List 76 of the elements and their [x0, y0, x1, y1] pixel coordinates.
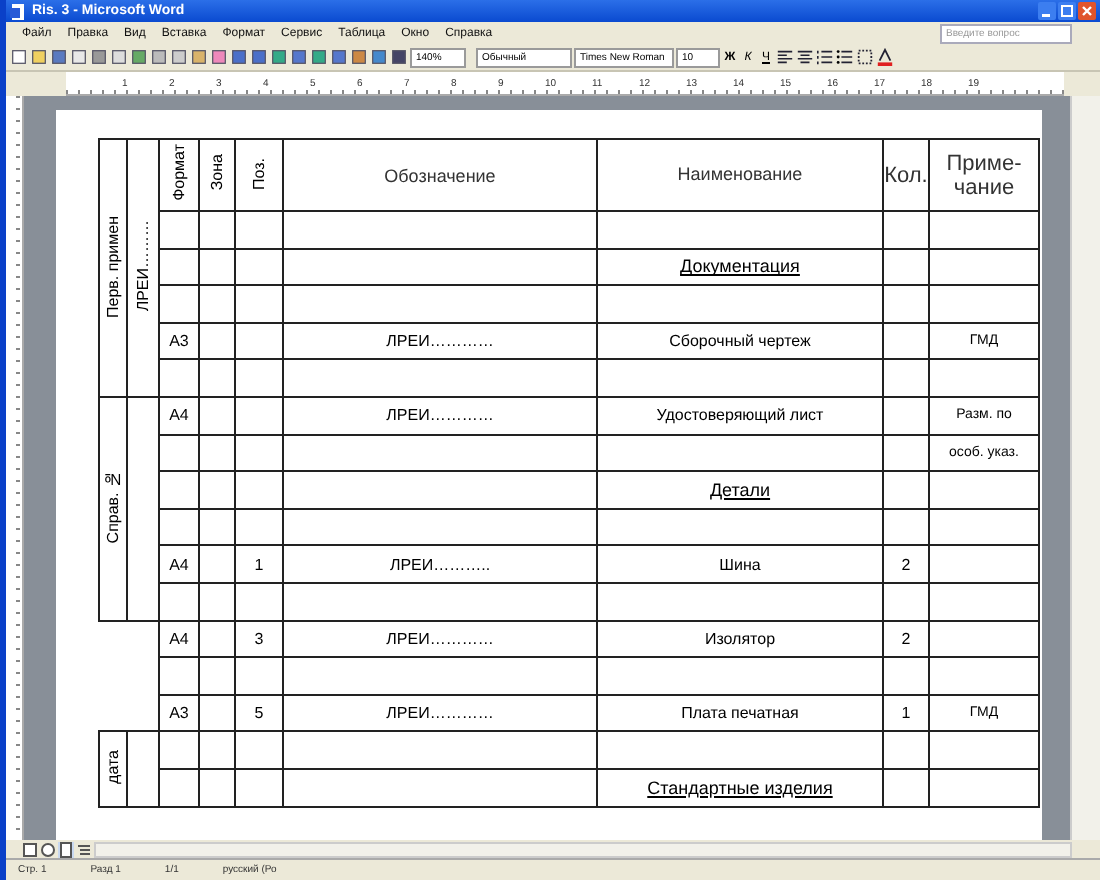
bulleted-list-icon[interactable] — [836, 48, 854, 66]
vertical-scrollbar[interactable] — [1070, 96, 1100, 840]
normal-view-icon[interactable] — [22, 841, 38, 857]
section-heading: Детали — [709, 479, 771, 500]
cell-text: Удостоверяющий лист — [656, 406, 824, 425]
header-text: Приме- чание — [946, 151, 1022, 199]
close-icon[interactable] — [1078, 2, 1096, 20]
table-cell — [235, 434, 283, 472]
border-icon[interactable] — [856, 48, 874, 66]
table-cell — [235, 359, 283, 397]
cell-text: А4 — [169, 629, 189, 648]
table-cell — [929, 508, 1039, 546]
page-view-icon[interactable] — [58, 841, 74, 857]
cell-text: 2 — [901, 629, 911, 648]
vertical-ruler[interactable] — [6, 96, 24, 840]
side-value: ЛРЕИ……… — [134, 220, 152, 312]
cell-text: 1 — [254, 555, 264, 574]
cell-text: 3 — [254, 629, 264, 648]
section-heading: Документация — [680, 256, 800, 277]
table-cell — [199, 471, 235, 509]
side-label: дата — [104, 749, 122, 784]
cell-text: ЛРЕИ………… — [386, 332, 494, 351]
cell-text: ЛРЕИ………… — [386, 406, 494, 425]
cell-text: ЛРЕИ……….. — [389, 555, 491, 574]
outline-view-icon[interactable] — [76, 841, 92, 857]
table-cell — [235, 471, 283, 509]
table-cell — [199, 731, 235, 769]
font-color-icon[interactable] — [876, 48, 894, 66]
table-cell — [883, 359, 929, 397]
table-cell — [235, 768, 283, 806]
side-label: Справ. № — [104, 469, 122, 544]
cell-text: Изолятор — [704, 629, 776, 648]
table-cell — [929, 768, 1039, 806]
cell-text: А4 — [169, 406, 189, 425]
table-cell — [199, 657, 235, 695]
cell-text: Плата печатная — [681, 704, 799, 723]
cell-text: Сборочный чертеж — [669, 332, 811, 351]
table-cell — [159, 471, 199, 509]
cell-text: ЛРЕИ………… — [386, 704, 494, 723]
section-heading: Стандартные изделия — [647, 777, 833, 798]
horizontal-scrollbar[interactable] — [94, 841, 1072, 857]
cell-text: А3 — [169, 332, 189, 351]
side-label: Перв. примен — [104, 215, 122, 317]
table-cell — [199, 434, 235, 472]
header-text: Зона — [208, 154, 226, 192]
cell-text: 2 — [901, 555, 911, 574]
table-cell — [929, 248, 1039, 286]
maximize-icon[interactable] — [1058, 2, 1076, 20]
header-text: Поз. — [250, 157, 268, 189]
table-cell — [199, 582, 235, 621]
minimize-icon[interactable] — [1038, 2, 1056, 20]
header-text: Кол. — [884, 163, 928, 187]
table-cell — [199, 285, 235, 323]
cell-text: 1 — [901, 704, 911, 723]
cell-text: А3 — [169, 704, 189, 723]
cell-text: ЛРЕИ………… — [386, 629, 494, 648]
table-cell — [235, 248, 283, 286]
header-text: Обозначение — [384, 165, 496, 185]
cell-text: А4 — [169, 555, 189, 574]
table-cell — [199, 768, 235, 806]
table-cell — [929, 582, 1039, 621]
document-icon — [10, 3, 26, 19]
header-text: Формат — [170, 144, 188, 202]
header-text: Наименование — [677, 163, 803, 184]
table-cell — [159, 768, 199, 806]
cell-text: 5 — [254, 704, 264, 723]
table-cell — [199, 359, 235, 397]
table-cell — [883, 285, 929, 323]
table-cell — [235, 285, 283, 323]
table-cell — [199, 248, 235, 286]
web-view-icon[interactable] — [40, 841, 56, 857]
table-cell — [199, 508, 235, 546]
cell-text: Шина — [719, 555, 761, 574]
align-center-icon[interactable] — [796, 48, 814, 66]
numbered-list-icon[interactable] — [816, 48, 834, 66]
align-left-icon[interactable] — [776, 48, 794, 66]
